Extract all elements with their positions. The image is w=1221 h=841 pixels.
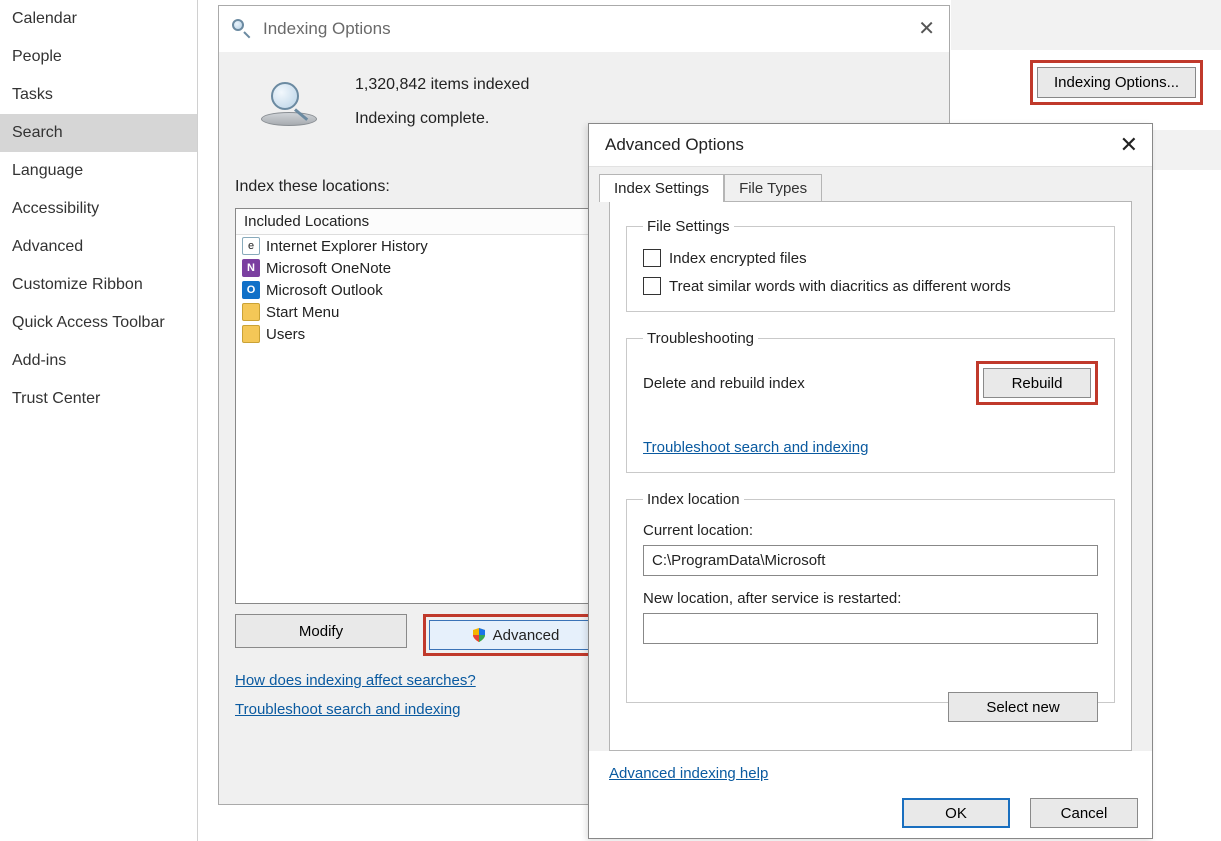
indexing-options-titlebar: Indexing Options ✕ bbox=[219, 6, 949, 52]
list-item-label: Microsoft OneNote bbox=[266, 260, 391, 277]
indexing-status-text: Indexing complete. bbox=[355, 110, 529, 128]
troubleshooting-group: Troubleshooting Delete and rebuild index… bbox=[626, 330, 1115, 473]
advanced-options-titlebar: Advanced Options ✕ bbox=[589, 124, 1152, 167]
folder-icon bbox=[242, 303, 260, 321]
outlook-icon: O bbox=[242, 281, 260, 299]
diacritics-label: Treat similar words with diacritics as d… bbox=[669, 278, 1011, 295]
rebuild-button[interactable]: Rebuild bbox=[983, 368, 1091, 398]
options-sidebar: Calendar People Tasks Search Language Ac… bbox=[0, 0, 198, 841]
advanced-button-label: Advanced bbox=[493, 627, 560, 644]
current-location-field bbox=[643, 545, 1098, 576]
close-icon[interactable]: ✕ bbox=[1120, 132, 1138, 158]
sidebar-item-accessibility[interactable]: Accessibility bbox=[0, 190, 197, 228]
sidebar-item-language[interactable]: Language bbox=[0, 152, 197, 190]
indexing-options-highlight: Indexing Options... bbox=[1030, 60, 1203, 105]
ie-icon: e bbox=[242, 237, 260, 255]
close-icon[interactable]: ✕ bbox=[918, 16, 935, 41]
file-settings-group: File Settings Index encrypted files Trea… bbox=[626, 218, 1115, 312]
indexing-options-title: Indexing Options bbox=[263, 19, 391, 39]
index-location-group: Index location Current location: New loc… bbox=[626, 491, 1115, 703]
sidebar-item-add-ins[interactable]: Add-ins bbox=[0, 342, 197, 380]
onenote-icon: N bbox=[242, 259, 260, 277]
select-new-button[interactable]: Select new bbox=[948, 692, 1098, 722]
tab-index-settings[interactable]: Index Settings bbox=[599, 174, 724, 202]
indexing-status-icon bbox=[257, 80, 327, 130]
sidebar-item-trust-center[interactable]: Trust Center bbox=[0, 380, 197, 418]
troubleshooting-legend: Troubleshooting bbox=[643, 330, 758, 347]
indexed-count-text: 1,320,842 items indexed bbox=[355, 76, 529, 94]
indexing-options-button[interactable]: Indexing Options... bbox=[1037, 67, 1196, 98]
advanced-tabs: Index Settings File Types bbox=[599, 174, 1142, 202]
sidebar-item-people[interactable]: People bbox=[0, 38, 197, 76]
sidebar-item-quick-access-toolbar[interactable]: Quick Access Toolbar bbox=[0, 304, 197, 342]
new-location-field[interactable] bbox=[643, 613, 1098, 644]
new-location-label: New location, after service is restarted… bbox=[643, 590, 1098, 607]
advanced-options-dialog: Advanced Options ✕ Index Settings File T… bbox=[588, 123, 1153, 839]
options-page-strip bbox=[951, 0, 1221, 50]
sidebar-item-calendar[interactable]: Calendar bbox=[0, 0, 197, 38]
list-item-label: Microsoft Outlook bbox=[266, 282, 383, 299]
diacritics-checkbox[interactable] bbox=[643, 277, 661, 295]
current-location-label: Current location: bbox=[643, 522, 1098, 539]
rebuild-button-highlight: Rebuild bbox=[976, 361, 1098, 405]
sidebar-item-tasks[interactable]: Tasks bbox=[0, 76, 197, 114]
advanced-button[interactable]: Advanced bbox=[429, 620, 601, 650]
cancel-button[interactable]: Cancel bbox=[1030, 798, 1138, 828]
index-encrypted-label: Index encrypted files bbox=[669, 250, 807, 267]
list-item-label: Users bbox=[266, 326, 305, 343]
ok-button[interactable]: OK bbox=[902, 798, 1010, 828]
tab-file-types[interactable]: File Types bbox=[724, 174, 822, 202]
sidebar-item-customize-ribbon[interactable]: Customize Ribbon bbox=[0, 266, 197, 304]
list-item-label: Start Menu bbox=[266, 304, 339, 321]
index-settings-page: File Settings Index encrypted files Trea… bbox=[609, 201, 1132, 751]
sidebar-item-search[interactable]: Search bbox=[0, 114, 197, 152]
index-location-legend: Index location bbox=[643, 491, 744, 508]
sidebar-item-advanced[interactable]: Advanced bbox=[0, 228, 197, 266]
advanced-options-title: Advanced Options bbox=[605, 135, 744, 155]
modify-button[interactable]: Modify bbox=[235, 614, 407, 648]
file-settings-legend: File Settings bbox=[643, 218, 734, 235]
magnifier-icon bbox=[231, 18, 253, 40]
index-encrypted-checkbox[interactable] bbox=[643, 249, 661, 267]
advanced-button-highlight: Advanced bbox=[423, 614, 607, 656]
adv-troubleshoot-link[interactable]: Troubleshoot search and indexing bbox=[643, 439, 868, 456]
list-item-label: Internet Explorer History bbox=[266, 238, 428, 255]
advanced-indexing-help-link[interactable]: Advanced indexing help bbox=[609, 765, 768, 782]
folder-icon bbox=[242, 325, 260, 343]
uac-shield-icon bbox=[471, 627, 487, 643]
delete-rebuild-label: Delete and rebuild index bbox=[643, 375, 805, 392]
